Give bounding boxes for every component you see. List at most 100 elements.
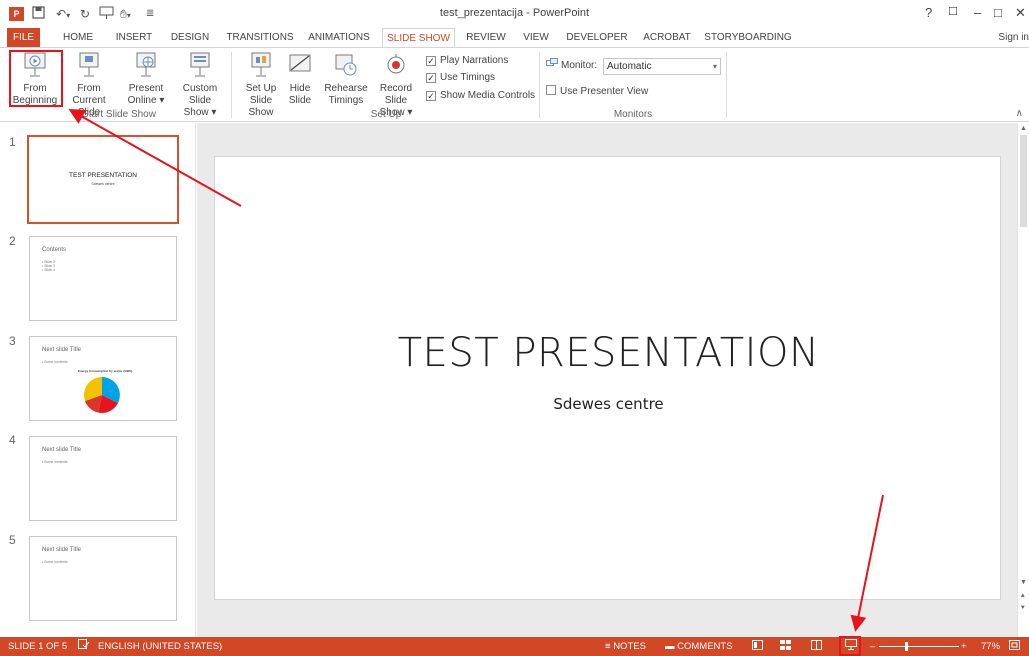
tab-animations[interactable]: ANIMATIONS <box>306 28 372 47</box>
slide-thumbnail-4[interactable]: Next slide Title • Some contents <box>29 436 177 521</box>
present-online-label-2: Online ▾ <box>127 95 165 106</box>
hide-slide-button[interactable]: Hide Slide <box>286 51 314 107</box>
tab-storyboarding[interactable]: STORYBOARDING <box>704 28 792 47</box>
thumb-title: Next slide Title <box>42 547 82 553</box>
thumb-bullets: • Some contents <box>42 560 68 564</box>
thumb-number: 1 <box>9 135 16 149</box>
tab-view[interactable]: VIEW <box>519 28 553 47</box>
thumb-number: 2 <box>9 234 16 248</box>
from-current-slide-icon <box>79 52 99 77</box>
use-presenter-view-checkbox[interactable]: Use Presenter View <box>546 85 648 99</box>
zoom-level[interactable]: 77% <box>981 637 1000 656</box>
zoom-slider-thumb[interactable] <box>905 642 908 651</box>
slide-thumbnail-5[interactable]: Next slide Title • Some contents <box>29 536 177 621</box>
notes-button[interactable]: ≡ NOTES <box>605 637 646 656</box>
next-slide-icon[interactable]: ⯆ <box>1020 605 1026 613</box>
present-online-button[interactable]: Present Online ▾ <box>124 51 168 107</box>
zoom-in-icon[interactable]: + <box>961 637 967 656</box>
present-online-icon <box>136 52 156 77</box>
thumb-title: Contents <box>42 247 67 253</box>
tab-home[interactable]: HOME <box>58 28 98 47</box>
use-timings-label: Use Timings <box>440 72 496 83</box>
comments-button[interactable]: ▬ COMMENTS <box>665 637 733 656</box>
thumb-bullets: • Some contents <box>42 360 68 364</box>
group-separator <box>726 52 727 118</box>
slide-editor: TEST PRESENTATION Sdewes centre <box>197 123 1017 637</box>
slide-thumbnail-3[interactable]: Next slide Title • Some contents Energy … <box>29 336 177 421</box>
monitors-group-label: Monitors <box>613 109 653 120</box>
from-beginning-highlight <box>9 50 63 107</box>
set-up-slide-show-icon <box>251 52 271 77</box>
monitor-select[interactable]: Automatic ▾ <box>603 58 721 75</box>
normal-view-icon[interactable] <box>752 637 763 656</box>
present-online-label-1: Present <box>128 83 164 94</box>
sign-in-link[interactable]: Sign in <box>998 28 1029 47</box>
checkbox-checked-icon: ✓ <box>426 91 436 101</box>
thumb-title: Next slide Title <box>42 447 82 453</box>
from-current-label-1: From <box>77 83 101 94</box>
window-title: test_prezentacija - PowerPoint <box>439 7 590 19</box>
scroll-up-icon[interactable]: ▲ <box>1020 125 1027 132</box>
set-up-group-label: Set Up <box>370 109 402 120</box>
tab-insert[interactable]: INSERT <box>112 28 156 47</box>
scroll-down-icon[interactable]: ▼ <box>1020 579 1027 586</box>
slide-thumbnail-1[interactable]: TEST PRESENTATION Sdewes centre <box>27 135 179 224</box>
thumb-bullets: • Some contents <box>42 460 68 464</box>
previous-slide-icon[interactable]: ⯅ <box>1020 593 1026 601</box>
tab-design[interactable]: DESIGN <box>166 28 214 47</box>
start-slide-show-group-label: Start Slide Show <box>82 109 156 120</box>
use-presenter-view-label: Use Presenter View <box>560 86 649 97</box>
play-narrations-checkbox[interactable]: ✓ Play Narrations <box>426 54 508 68</box>
ribbon: From Beginning From Current Slide Presen… <box>0 47 1029 122</box>
tab-slide-show[interactable]: SLIDE SHOW <box>382 28 455 48</box>
checkbox-checked-icon: ✓ <box>426 56 436 66</box>
title-bar: P ↶︎▾ ↻ ✋︎▾ ≣ test_prezentacija - PowerP… <box>0 0 1029 28</box>
tab-acrobat[interactable]: ACROBAT <box>640 28 694 47</box>
zoom-slider-track[interactable] <box>879 646 959 647</box>
set-up-label-1: Set Up <box>245 83 277 94</box>
comment-icon: ▬ <box>665 641 675 652</box>
slide-sorter-icon[interactable] <box>780 637 791 656</box>
show-media-controls-checkbox[interactable]: ✓ Show Media Controls <box>426 89 535 103</box>
tab-developer[interactable]: DEVELOPER <box>563 28 631 47</box>
slide-title[interactable]: TEST PRESENTATION <box>215 330 1002 376</box>
maximize-icon[interactable]: □ <box>994 5 1002 20</box>
thumb-title: Next slide Title <box>42 347 82 353</box>
language-indicator[interactable]: ENGLISH (UNITED STATES) <box>98 637 222 656</box>
slide-thumbnail-2[interactable]: Contents • Slide 2 • Slide 3 • Slide 4 <box>29 236 177 321</box>
current-slide[interactable]: TEST PRESENTATION Sdewes centre <box>214 156 1001 600</box>
help-icon[interactable]: ? <box>925 5 932 20</box>
checkbox-unchecked-icon <box>546 85 556 95</box>
use-timings-checkbox[interactable]: ✓ Use Timings <box>426 71 495 85</box>
custom-show-label-1: Custom Slide <box>182 83 218 106</box>
thumb-number: 4 <box>9 433 16 447</box>
status-bar: SLIDE 1 OF 5 ENGLISH (UNITED STATES) ≡ N… <box>0 637 1029 656</box>
minimize-icon[interactable]: – <box>974 5 981 20</box>
close-icon[interactable]: ✕ <box>1015 5 1026 21</box>
vertical-scrollbar[interactable]: ▲ ▼ ⯅ ⯆ <box>1017 123 1029 637</box>
slide-subtitle[interactable]: Sdewes centre <box>215 395 1002 413</box>
thumb-subtitle: Sdewes centre <box>91 182 115 186</box>
hide-slide-icon <box>289 54 311 72</box>
spell-check-icon[interactable] <box>78 637 90 656</box>
collapse-ribbon-icon[interactable]: ∧ <box>1016 108 1023 119</box>
rehearse-timings-button[interactable]: Rehearse Timings <box>322 51 370 107</box>
ribbon-display-options-icon[interactable]: ☐ <box>948 5 958 18</box>
notes-icon: ≡ <box>605 641 611 652</box>
slide-counter: SLIDE 1 OF 5 <box>8 641 68 652</box>
thumb-number: 5 <box>9 533 16 547</box>
fit-slide-icon[interactable] <box>1009 637 1020 656</box>
thumb-title: TEST PRESENTATION <box>69 172 137 179</box>
scrollbar-thumb[interactable] <box>1020 135 1027 227</box>
slide-show-view-highlight <box>839 636 861 656</box>
reading-view-icon[interactable] <box>811 637 822 656</box>
monitor-label: Monitor: <box>546 58 597 72</box>
tab-file[interactable]: FILE <box>7 28 40 47</box>
zoom-out-icon[interactable]: – <box>870 637 875 656</box>
hide-slide-label-2: Slide <box>288 95 312 106</box>
hide-slide-label-1: Hide <box>289 83 311 94</box>
thumb-bullets: • Slide 2 • Slide 3 • Slide 4 <box>42 260 55 272</box>
tab-transitions[interactable]: TRANSITIONS <box>224 28 296 47</box>
tab-review[interactable]: REVIEW <box>463 28 509 47</box>
pie-chart-thumbnail <box>83 376 120 413</box>
